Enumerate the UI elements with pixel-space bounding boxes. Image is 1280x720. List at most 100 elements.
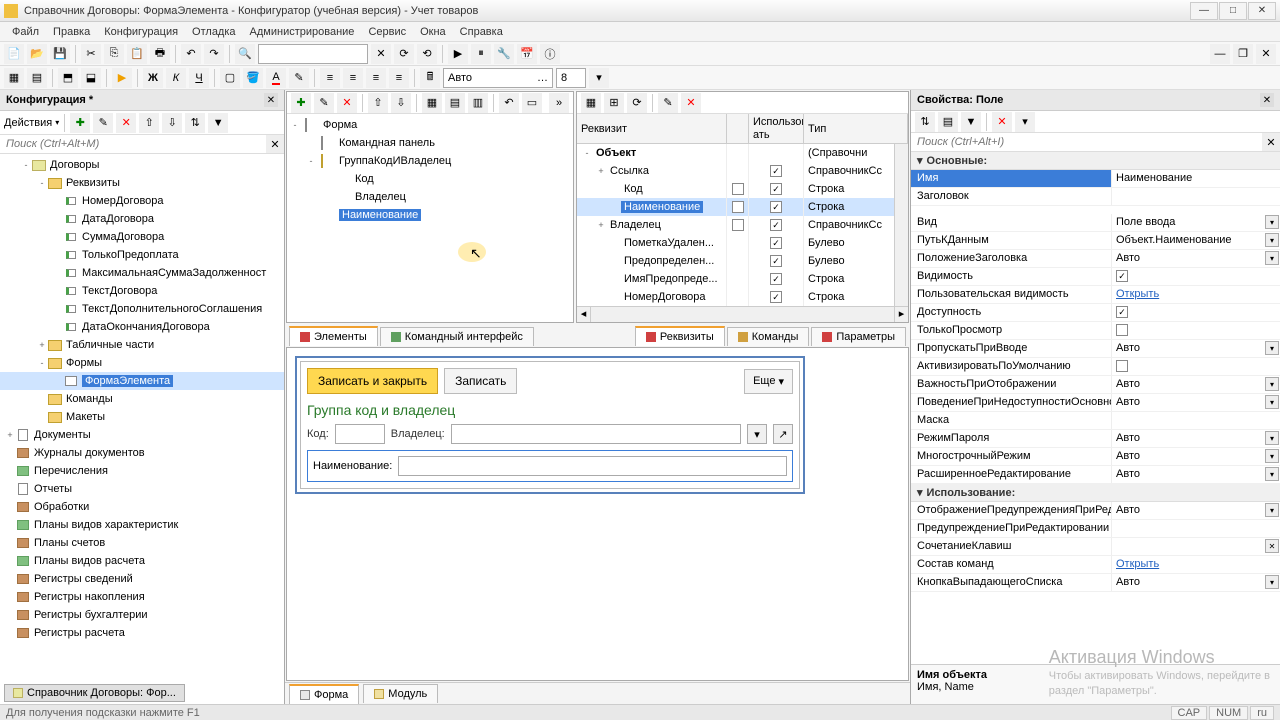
mdi-max-icon[interactable]: ❐ <box>1233 44 1253 64</box>
tree-item[interactable]: Журналы документов <box>0 444 284 462</box>
prop-row[interactable]: Заголовок <box>911 188 1280 206</box>
t4-icon[interactable]: ⬓ <box>81 68 101 88</box>
prop-row[interactable]: АктивизироватьПоУмолчанию <box>911 358 1280 376</box>
name-input[interactable] <box>398 456 787 476</box>
tree-item[interactable]: Обработки <box>0 498 284 516</box>
req-row[interactable]: - Объект(Справочни <box>577 144 908 162</box>
req-del-icon[interactable]: ✕ <box>681 93 701 113</box>
new-icon[interactable]: 📄 <box>4 44 24 64</box>
down-icon[interactable]: ⇩ <box>162 113 182 133</box>
debug-icon[interactable]: ▶ <box>448 44 468 64</box>
prop-row[interactable]: Видимость✓ <box>911 268 1280 286</box>
p-dd-icon[interactable]: ▾ <box>1015 112 1035 132</box>
req-vscroll[interactable] <box>894 144 908 306</box>
actions-label[interactable]: Действия <box>4 117 52 129</box>
highlight-icon[interactable]: ✎ <box>289 68 309 88</box>
fe-undo-icon[interactable]: ↶ <box>499 93 519 113</box>
fill-icon[interactable]: 🪣 <box>243 68 263 88</box>
color-icon[interactable]: А <box>266 68 286 88</box>
fe-edit-icon[interactable]: ✎ <box>314 93 334 113</box>
tree-item[interactable]: +Табличные части <box>0 336 284 354</box>
fe-t3-icon[interactable]: ▥ <box>468 93 488 113</box>
redo-icon[interactable]: ↷ <box>204 44 224 64</box>
bold-icon[interactable]: Ж <box>143 68 163 88</box>
size-combo[interactable]: 8 <box>556 68 586 88</box>
props-close-icon[interactable]: ✕ <box>1260 93 1274 107</box>
form-tree[interactable]: -ФормаКомандная панель-ГруппаКодИВладеле… <box>287 114 573 322</box>
up-icon[interactable]: ⇧ <box>139 113 159 133</box>
tab-form[interactable]: Форма <box>289 684 359 704</box>
prop-row[interactable]: РасширенноеРедактированиеАвто▾ <box>911 466 1280 484</box>
prop-row[interactable]: ВажностьПриОтображенииАвто▾ <box>911 376 1280 394</box>
prop-row[interactable]: МногострочныйРежимАвто▾ <box>911 448 1280 466</box>
fe-t2-icon[interactable]: ▤ <box>445 93 465 113</box>
align-c-icon[interactable]: ≡ <box>343 68 363 88</box>
menu-debug[interactable]: Отладка <box>186 23 241 41</box>
req-edit-icon[interactable]: ✎ <box>658 93 678 113</box>
menu-file[interactable]: Файл <box>6 23 45 41</box>
italic-icon[interactable]: К <box>166 68 186 88</box>
sort-icon[interactable]: ⇅ <box>185 113 205 133</box>
add-icon[interactable]: ✚ <box>70 113 90 133</box>
tree-item[interactable]: -Реквизиты <box>0 174 284 192</box>
form-tree-item[interactable]: -Форма <box>289 116 571 134</box>
t2-icon[interactable]: ▤ <box>27 68 47 88</box>
dd-icon[interactable]: ▾ <box>589 68 609 88</box>
more-button[interactable]: Еще▾ <box>744 369 793 394</box>
mdi-close-icon[interactable]: ✕ <box>1256 44 1276 64</box>
close-button[interactable]: ✕ <box>1248 2 1276 20</box>
prop-row[interactable]: ПропускатьПриВводеАвто▾ <box>911 340 1280 358</box>
save-icon[interactable]: 💾 <box>50 44 70 64</box>
align-r-icon[interactable]: ≡ <box>366 68 386 88</box>
form-tree-item[interactable]: Наименование <box>289 206 571 224</box>
prop-row[interactable]: РежимПароляАвто▾ <box>911 430 1280 448</box>
tree-item[interactable]: Регистры сведений <box>0 570 284 588</box>
panel-close-icon[interactable]: ✕ <box>264 93 278 107</box>
edit-icon[interactable]: ✎ <box>93 113 113 133</box>
req-row[interactable]: Наименование✓Строка <box>577 198 908 216</box>
tree-item[interactable]: ФормаЭлемента <box>0 372 284 390</box>
tree-item[interactable]: Планы видов расчета <box>0 552 284 570</box>
align-j-icon[interactable]: ≡ <box>389 68 409 88</box>
del-icon[interactable]: ✕ <box>116 113 136 133</box>
tree-item[interactable]: -Формы <box>0 354 284 372</box>
prop-row[interactable]: СочетаниеКлавиш✕ <box>911 538 1280 556</box>
p-filter-icon[interactable]: ▼ <box>961 112 981 132</box>
undo-icon[interactable]: ↶ <box>181 44 201 64</box>
fe-up-icon[interactable]: ⇧ <box>368 93 388 113</box>
print-icon[interactable]: 🖶 <box>150 44 170 64</box>
prop-row[interactable]: ПредупреждениеПриРедактировании <box>911 520 1280 538</box>
tool-icon[interactable]: 🔧 <box>494 44 514 64</box>
props-search-input[interactable] <box>911 133 1262 151</box>
prop-row[interactable]: ОтображениеПредупрежденияПриРедакАвто▾ <box>911 502 1280 520</box>
menu-help[interactable]: Справка <box>454 23 509 41</box>
tree-item[interactable]: Планы счетов <box>0 534 284 552</box>
props-grid[interactable]: ▾Основные:ИмяНаименованиеЗаголовокВидПол… <box>911 152 1280 664</box>
req-t2-icon[interactable]: ⟳ <box>627 93 647 113</box>
tree-item[interactable]: Регистры расчета <box>0 624 284 642</box>
copy-icon[interactable]: ⎘ <box>104 44 124 64</box>
search-combo[interactable] <box>258 44 368 64</box>
debug2-icon[interactable]: ⏸ <box>471 44 491 64</box>
prop-row[interactable]: КнопкаВыпадающегоСпискаАвто▾ <box>911 574 1280 592</box>
req-row[interactable]: ПометкаУдален...✓Булево <box>577 234 908 252</box>
req-add-icon[interactable]: ⊞ <box>604 93 624 113</box>
tree-item[interactable]: Команды <box>0 390 284 408</box>
owner-input[interactable] <box>451 424 741 444</box>
clear-icon[interactable]: ✕ <box>371 44 391 64</box>
save-button[interactable]: Записать <box>444 368 517 394</box>
search-close-icon[interactable]: ✕ <box>266 135 284 153</box>
tree-item[interactable]: ТолькоПредоплата <box>0 246 284 264</box>
find-icon[interactable]: 🔍 <box>235 44 255 64</box>
form-tree-item[interactable]: -ГруппаКодИВладелец <box>289 152 571 170</box>
mdi-min-icon[interactable]: — <box>1210 44 1230 64</box>
menu-service[interactable]: Сервис <box>362 23 412 41</box>
fe-add-icon[interactable]: ✚ <box>291 93 311 113</box>
req-col-name[interactable]: Реквизит <box>577 114 727 143</box>
tree-item[interactable]: Регистры бухгалтерии <box>0 606 284 624</box>
tree-item[interactable]: ТекстДополнительногоСоглашения <box>0 300 284 318</box>
req-row[interactable]: Код✓Строка <box>577 180 908 198</box>
req-hscroll[interactable]: ◂ ▸ <box>577 306 908 322</box>
tab-parameters[interactable]: Параметры <box>811 327 906 346</box>
config-search-input[interactable] <box>0 135 266 153</box>
